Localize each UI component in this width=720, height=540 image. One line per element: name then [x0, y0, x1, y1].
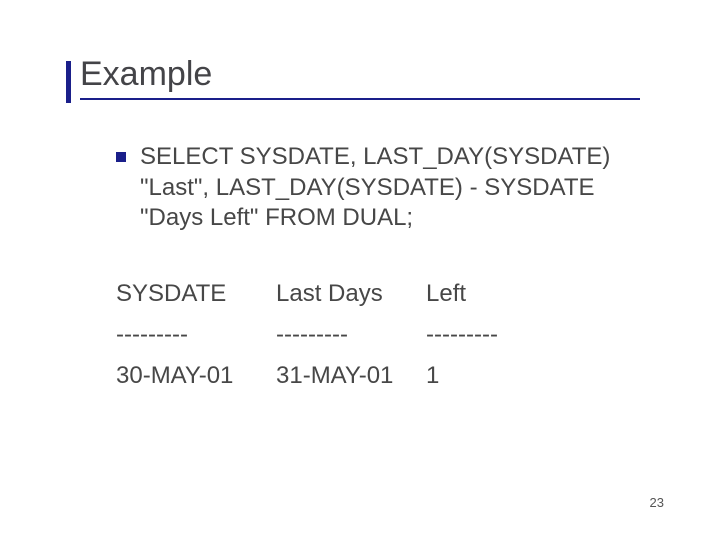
page-number: 23	[650, 495, 664, 510]
square-bullet-icon	[116, 152, 126, 162]
result-separator-cell: ---------	[116, 315, 276, 356]
slide-body: SELECT SYSDATE, LAST_DAY(SYSDATE) "Last"…	[80, 142, 640, 397]
sql-line: "Last", LAST_DAY(SYSDATE) - SYSDATE	[140, 173, 610, 204]
sql-line: SELECT SYSDATE, LAST_DAY(SYSDATE)	[140, 142, 610, 173]
title-accent-bar	[66, 61, 71, 103]
result-separator-cell: ---------	[276, 315, 426, 356]
result-header-row: SYSDATE Last Days Left	[116, 274, 640, 315]
result-data-cell: 31-MAY-01	[276, 356, 426, 397]
result-header-cell: Left	[426, 274, 556, 315]
slide-title: Example	[80, 55, 640, 100]
result-header-cell: Last Days	[276, 274, 426, 315]
result-data-cell: 30-MAY-01	[116, 356, 276, 397]
query-result: SYSDATE Last Days Left --------- -------…	[116, 274, 640, 396]
result-data-cell: 1	[426, 356, 556, 397]
bullet-item: SELECT SYSDATE, LAST_DAY(SYSDATE) "Last"…	[116, 142, 640, 234]
result-separator-row: --------- --------- ---------	[116, 315, 640, 356]
sql-statement: SELECT SYSDATE, LAST_DAY(SYSDATE) "Last"…	[140, 142, 610, 234]
slide: Example SELECT SYSDATE, LAST_DAY(SYSDATE…	[0, 0, 720, 397]
result-separator-cell: ---------	[426, 315, 556, 356]
result-data-row: 30-MAY-01 31-MAY-01 1	[116, 356, 640, 397]
result-header-cell: SYSDATE	[116, 274, 276, 315]
title-block: Example	[80, 55, 640, 100]
sql-line: "Days Left" FROM DUAL;	[140, 203, 610, 234]
